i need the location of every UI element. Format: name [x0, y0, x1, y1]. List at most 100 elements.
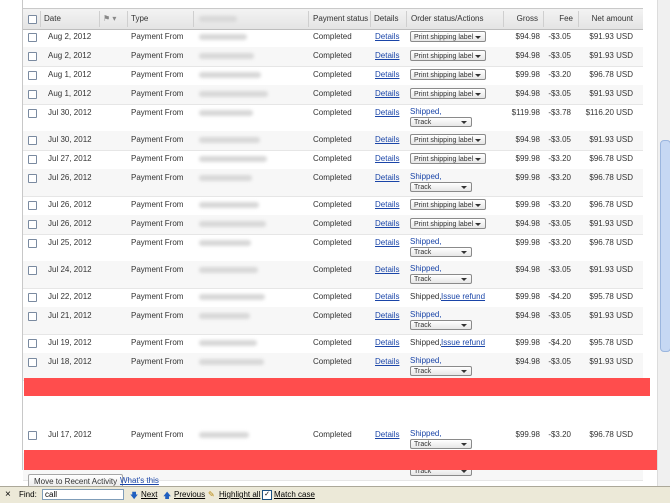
issue-refund-link[interactable]: Issue refund — [441, 338, 485, 347]
track-dropdown[interactable]: Track — [410, 366, 472, 376]
row-net-amount: $96.78 USD — [589, 154, 633, 163]
track-dropdown[interactable]: Track — [410, 274, 472, 284]
print-shipping-label-button[interactable]: Print shipping label — [410, 88, 486, 99]
print-shipping-label-button[interactable]: Print shipping label — [410, 50, 486, 61]
track-dropdown[interactable]: Track — [410, 117, 472, 127]
match-case-label[interactable]: Match case — [274, 490, 315, 499]
row-checkbox[interactable] — [28, 52, 37, 61]
table-row: Jul 26, 2012 Payment From Completed Details… — [23, 169, 643, 197]
header-date[interactable]: Date — [44, 9, 61, 29]
find-previous-button[interactable]: Previous — [174, 490, 205, 499]
details-link[interactable]: Details — [375, 357, 399, 366]
track-dropdown[interactable]: Track — [410, 247, 472, 257]
row-date: Jul 19, 2012 — [48, 338, 92, 347]
row-checkbox[interactable] — [28, 293, 37, 302]
row-checkbox[interactable] — [28, 358, 37, 367]
print-shipping-label-button[interactable]: Print shipping label — [410, 31, 486, 42]
row-checkbox[interactable] — [28, 339, 37, 348]
move-to-recent-activity-button[interactable]: Move to Recent Activity — [28, 474, 124, 486]
details-link[interactable]: Details — [375, 70, 399, 79]
header-type[interactable]: Type — [131, 9, 148, 29]
whats-this-link[interactable]: What's this — [120, 476, 159, 485]
row-checkbox[interactable] — [28, 90, 37, 99]
track-dropdown[interactable]: Track — [410, 320, 472, 330]
row-gross: $94.98 — [515, 265, 540, 274]
row-name-blurred — [199, 91, 268, 97]
details-link[interactable]: Details — [375, 338, 399, 347]
row-gross: $119.98 — [511, 108, 540, 117]
row-checkbox[interactable] — [28, 109, 37, 118]
flag-filter-icon[interactable]: ⚑ ▾ — [103, 9, 116, 29]
row-net-amount: $96.78 USD — [589, 238, 633, 247]
header-net-amount[interactable]: Net amount — [592, 9, 633, 29]
details-link[interactable]: Details — [375, 89, 399, 98]
find-input[interactable] — [42, 489, 124, 500]
row-checkbox[interactable] — [28, 136, 37, 145]
details-link[interactable]: Details — [375, 238, 399, 247]
button-label: Print shipping label — [414, 91, 474, 98]
details-link[interactable]: Details — [375, 265, 399, 274]
print-shipping-label-button[interactable]: Print shipping label — [410, 218, 486, 229]
print-shipping-label-button[interactable]: Print shipping label — [410, 134, 486, 145]
details-link[interactable]: Details — [375, 108, 399, 117]
row-checkbox[interactable] — [28, 266, 37, 275]
shipped-status[interactable]: Shipped, — [410, 237, 442, 246]
shipped-status[interactable]: Shipped, — [410, 356, 442, 365]
chevron-down-icon — [461, 278, 467, 281]
row-gross: $94.98 — [515, 311, 540, 320]
row-gross: $99.98 — [515, 200, 540, 209]
details-link[interactable]: Details — [375, 32, 399, 41]
redaction-bar — [24, 378, 650, 396]
print-shipping-label-button[interactable]: Print shipping label — [410, 153, 486, 164]
chevron-down-icon — [475, 204, 481, 207]
select-all-checkbox[interactable] — [28, 15, 37, 24]
details-link[interactable]: Details — [375, 200, 399, 209]
details-link[interactable]: Details — [375, 430, 399, 439]
table-row: Jul 22, 2012 Payment From Completed Details… — [23, 288, 643, 308]
vertical-scrollbar[interactable] — [657, 0, 670, 486]
row-name-blurred — [199, 359, 264, 365]
shipped-status[interactable]: Shipped, — [410, 429, 442, 438]
row-checkbox[interactable] — [28, 71, 37, 80]
details-link[interactable]: Details — [375, 135, 399, 144]
details-link[interactable]: Details — [375, 173, 399, 182]
row-checkbox[interactable] — [28, 174, 37, 183]
track-dropdown[interactable]: Track — [410, 439, 472, 449]
row-checkbox[interactable] — [28, 239, 37, 248]
shipped-status[interactable]: Shipped, — [410, 264, 442, 273]
print-shipping-label-button[interactable]: Print shipping label — [410, 199, 486, 210]
row-type: Payment From — [131, 135, 184, 144]
header-order-status: Order status/Actions — [411, 14, 484, 23]
details-link[interactable]: Details — [375, 154, 399, 163]
dropdown-label: Track — [414, 441, 432, 448]
row-checkbox[interactable] — [28, 312, 37, 321]
shipped-status[interactable]: Shipped, — [410, 107, 442, 116]
issue-refund-link[interactable]: Issue refund — [441, 292, 485, 301]
header-fee[interactable]: Fee — [559, 9, 573, 29]
row-checkbox[interactable] — [28, 155, 37, 164]
details-link[interactable]: Details — [375, 219, 399, 228]
row-checkbox[interactable] — [28, 33, 37, 42]
row-date: Jul 24, 2012 — [48, 265, 92, 274]
header-gross[interactable]: Gross — [517, 9, 538, 29]
track-dropdown[interactable]: Track — [410, 182, 472, 192]
details-link[interactable]: Details — [375, 51, 399, 60]
row-checkbox[interactable] — [28, 201, 37, 210]
header-payment-status[interactable]: Payment status — [313, 9, 368, 29]
row-checkbox[interactable] — [28, 220, 37, 229]
shipped-status: Shipped, — [410, 292, 442, 301]
scrollbar-thumb[interactable] — [660, 140, 670, 352]
row-name-blurred — [199, 175, 252, 181]
shipped-status[interactable]: Shipped, — [410, 310, 442, 319]
print-shipping-label-button[interactable]: Print shipping label — [410, 69, 486, 80]
details-link[interactable]: Details — [375, 311, 399, 320]
find-next-button[interactable]: Next — [141, 490, 157, 499]
match-case-checkbox[interactable]: ✓ — [262, 490, 272, 500]
close-findbar-icon[interactable]: × — [5, 489, 11, 500]
highlight-all-button[interactable]: Highlight all — [219, 490, 260, 499]
highlighter-icon[interactable]: ✎ — [208, 490, 215, 499]
row-checkbox[interactable] — [28, 431, 37, 440]
row-net-amount: $116.20 USD — [585, 108, 633, 117]
shipped-status[interactable]: Shipped, — [410, 172, 442, 181]
details-link[interactable]: Details — [375, 292, 399, 301]
